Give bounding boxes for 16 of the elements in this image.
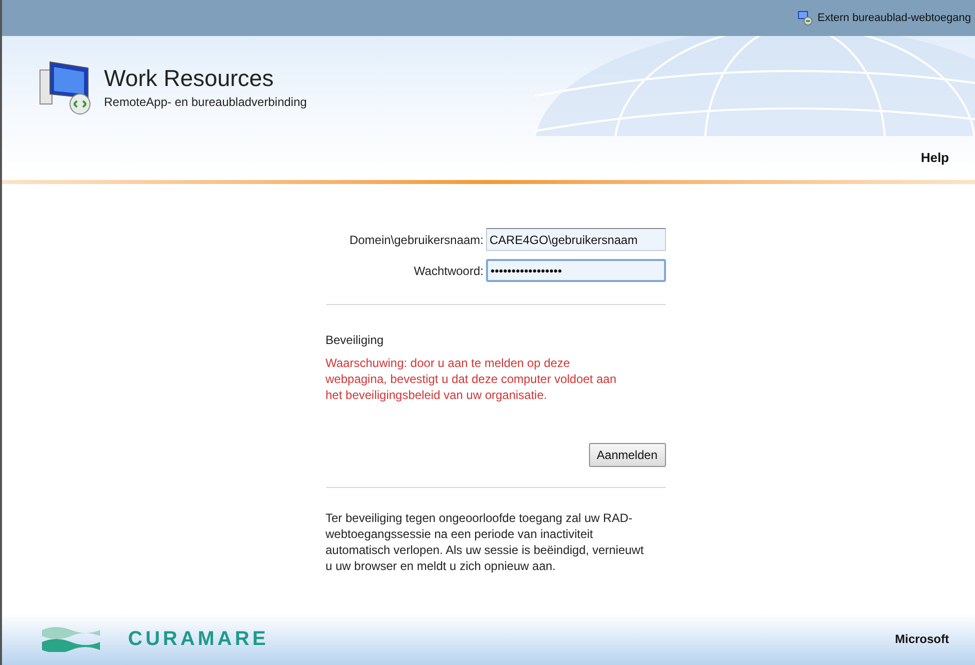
remote-desktop-link[interactable]: Extern bureaublad-webtoegang: [817, 10, 971, 26]
input-field[interactable]: •••••••••••••••••: [486, 259, 666, 282]
remote-desktop-icon: [797, 10, 814, 26]
sign-in-button[interactable]: Aanmelden: [588, 443, 666, 467]
security-warning: Waarschuwing: door u aan te melden op deze webpagina, bevestigt u dat deze computer voldoet aan het beveiligingsbeleid van uw organisatie.: [326, 355, 618, 403]
waves-logo-icon: [42, 626, 100, 652]
field-label: Domein\gebruikersnaam:: [348, 232, 484, 248]
brand-name: CURAMARE: [128, 627, 269, 652]
section-heading: Beveiliging: [326, 332, 385, 349]
page-subtitle: RemoteApp- en bureaubladverbinding: [104, 94, 307, 111]
help-link[interactable]: Help: [920, 148, 949, 168]
vendor-name: Microsoft: [895, 631, 949, 648]
page-title: Work Resources: [104, 64, 275, 93]
session-notice: Ter beveiliging tegen ongeoorloofde toegang zal uw RAD-webtoegangssessie na een periode van inactiviteit automatisch verlopen. Als uw sessie is beëindigd, vernieuwt u uw browser en meldt u zich opnieuw aan.: [326, 510, 645, 574]
field-label: Wachtwoord:: [412, 262, 484, 280]
input-field[interactable]: CARE4GO\gebruikersnaam: [486, 228, 666, 251]
